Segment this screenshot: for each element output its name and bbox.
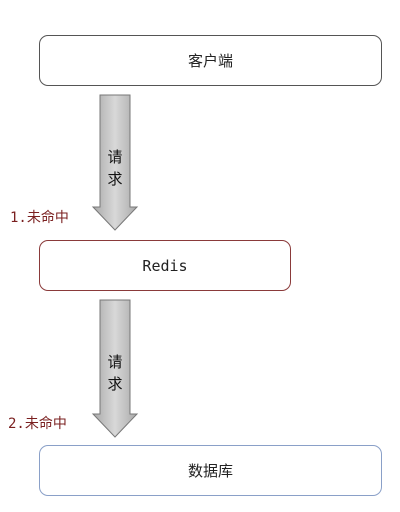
client-label: 客户端 — [187, 52, 233, 70]
redis-label: Redis — [142, 256, 188, 275]
arrow-1-label-top: 请 — [107, 148, 123, 166]
arrow-2-label-top: 请 — [107, 353, 123, 371]
arrow-2-label-bottom: 求 — [107, 375, 123, 393]
client-box: 客户端 — [39, 35, 382, 86]
arrow-1-label-bottom: 求 — [107, 170, 123, 188]
database-box: 数据库 — [39, 445, 382, 496]
database-label: 数据库 — [187, 462, 233, 480]
miss-note-1: 1.未命中 — [10, 210, 69, 226]
redis-box: Redis — [39, 240, 291, 291]
miss-note-2: 2.未命中 — [8, 416, 67, 432]
